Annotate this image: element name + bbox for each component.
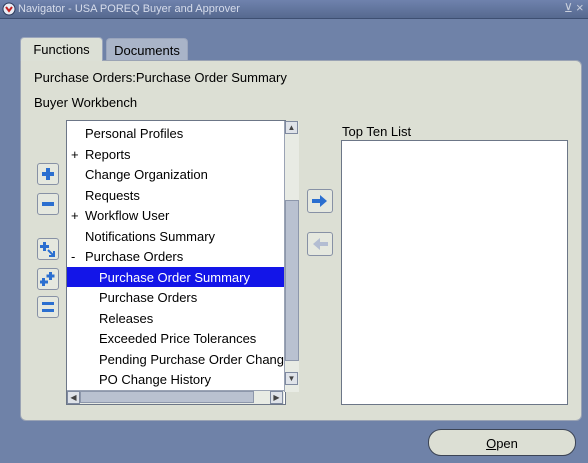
list-item[interactable]: Exceeded Price Tolerances <box>67 328 284 348</box>
list-item-label: Notifications Summary <box>85 228 216 244</box>
expand-branch-icon <box>40 242 55 257</box>
add-to-top-ten-button[interactable] <box>307 189 333 213</box>
collapse-button[interactable] <box>37 193 59 215</box>
close-icon[interactable]: × <box>576 0 584 15</box>
open-button[interactable]: Open <box>428 429 576 456</box>
list-item[interactable]: - Purchase Orders <box>67 246 284 266</box>
current-function-path: Purchase Orders:Purchase Order Summary <box>34 70 287 85</box>
plus-icon <box>42 168 54 180</box>
list-item-label: Purchase Order Summary <box>99 269 250 285</box>
arrow-left-icon <box>313 238 328 250</box>
list-item-label: PO Change History <box>99 372 211 387</box>
tree-toggle[interactable]: - <box>67 249 85 264</box>
list-item[interactable]: Releases <box>67 308 284 328</box>
list-item[interactable]: Change Organization <box>67 164 284 184</box>
title-bar: Navigator - USA POREQ Buyer and Approver… <box>0 0 588 19</box>
list-item-label: Workflow User <box>85 208 170 223</box>
top-ten-label: Top Ten List <box>342 124 412 139</box>
list-item[interactable]: Personal Profiles <box>67 123 284 143</box>
window-title: Navigator - USA POREQ Buyer and Approver <box>18 3 240 15</box>
responsibility-name: Buyer Workbench <box>34 95 138 110</box>
list-item-label: Personal Profiles <box>85 126 184 141</box>
scroll-up-icon[interactable]: ▲ <box>285 121 298 134</box>
list-item[interactable]: Purchase Order Summary <box>67 266 284 287</box>
list-item-label: Change Organization <box>85 167 208 182</box>
list-item-label: Requests <box>85 187 140 203</box>
tree-toggle[interactable]: + <box>67 208 85 223</box>
list-item[interactable]: Purchase Orders <box>67 287 284 307</box>
arrow-right-icon <box>312 195 327 207</box>
list-item-label: Reports <box>85 146 131 162</box>
list-item-label: Pending Purchase Order Chang <box>99 351 284 367</box>
list-item[interactable]: PO Change History <box>67 369 284 389</box>
scroll-down-icon[interactable]: ▼ <box>285 372 298 385</box>
list-item[interactable]: Notifications Summary <box>67 226 284 246</box>
collapse-all-icon <box>42 302 54 312</box>
list-item[interactable]: Requests <box>67 185 284 205</box>
list-item-label: Purchase Orders <box>99 290 198 305</box>
top-ten-list[interactable] <box>341 140 568 405</box>
minimize-icon[interactable]: ⊻ <box>564 1 573 15</box>
tab-functions[interactable]: Functions <box>20 37 103 61</box>
tab-documents[interactable]: Documents <box>106 38 188 61</box>
remove-from-top-ten-button[interactable] <box>307 232 333 256</box>
expand-button[interactable] <box>37 163 59 185</box>
tree-toggle[interactable]: + <box>67 147 85 162</box>
list-item[interactable]: + Reports <box>67 144 284 164</box>
horizontal-scroll-thumb[interactable] <box>80 391 254 403</box>
vertical-scroll-thumb[interactable] <box>285 200 299 361</box>
minus-icon <box>42 202 54 206</box>
list-item-label: Purchase Orders <box>85 249 184 264</box>
expand-branch-button[interactable] <box>37 238 59 260</box>
list-item-label: Exceeded Price Tolerances <box>99 331 257 346</box>
function-list[interactable]: Personal Profiles + Reports Change Organiza… <box>66 120 286 405</box>
scroll-left-icon[interactable]: ◀ <box>67 391 80 404</box>
oracle-app-icon <box>2 2 16 16</box>
open-button-mnemonic: O <box>486 436 497 451</box>
expand-all-button[interactable] <box>37 268 59 290</box>
expand-all-icon <box>40 272 55 286</box>
list-item[interactable]: Pending Purchase Order Chang <box>67 349 284 369</box>
list-item-label: Releases <box>99 310 154 326</box>
list-item[interactable]: + Workflow User <box>67 205 284 225</box>
scroll-right-icon[interactable]: ▶ <box>270 391 283 404</box>
collapse-all-button[interactable] <box>37 296 59 318</box>
open-button-label: pen <box>496 436 518 451</box>
